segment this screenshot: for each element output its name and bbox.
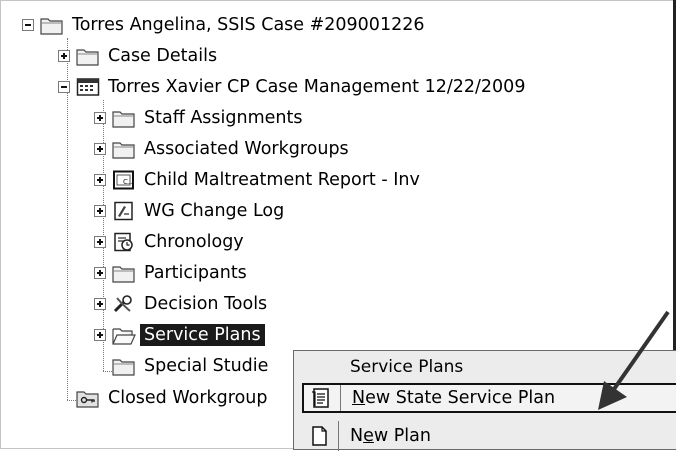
annotation-arrow — [598, 310, 670, 410]
